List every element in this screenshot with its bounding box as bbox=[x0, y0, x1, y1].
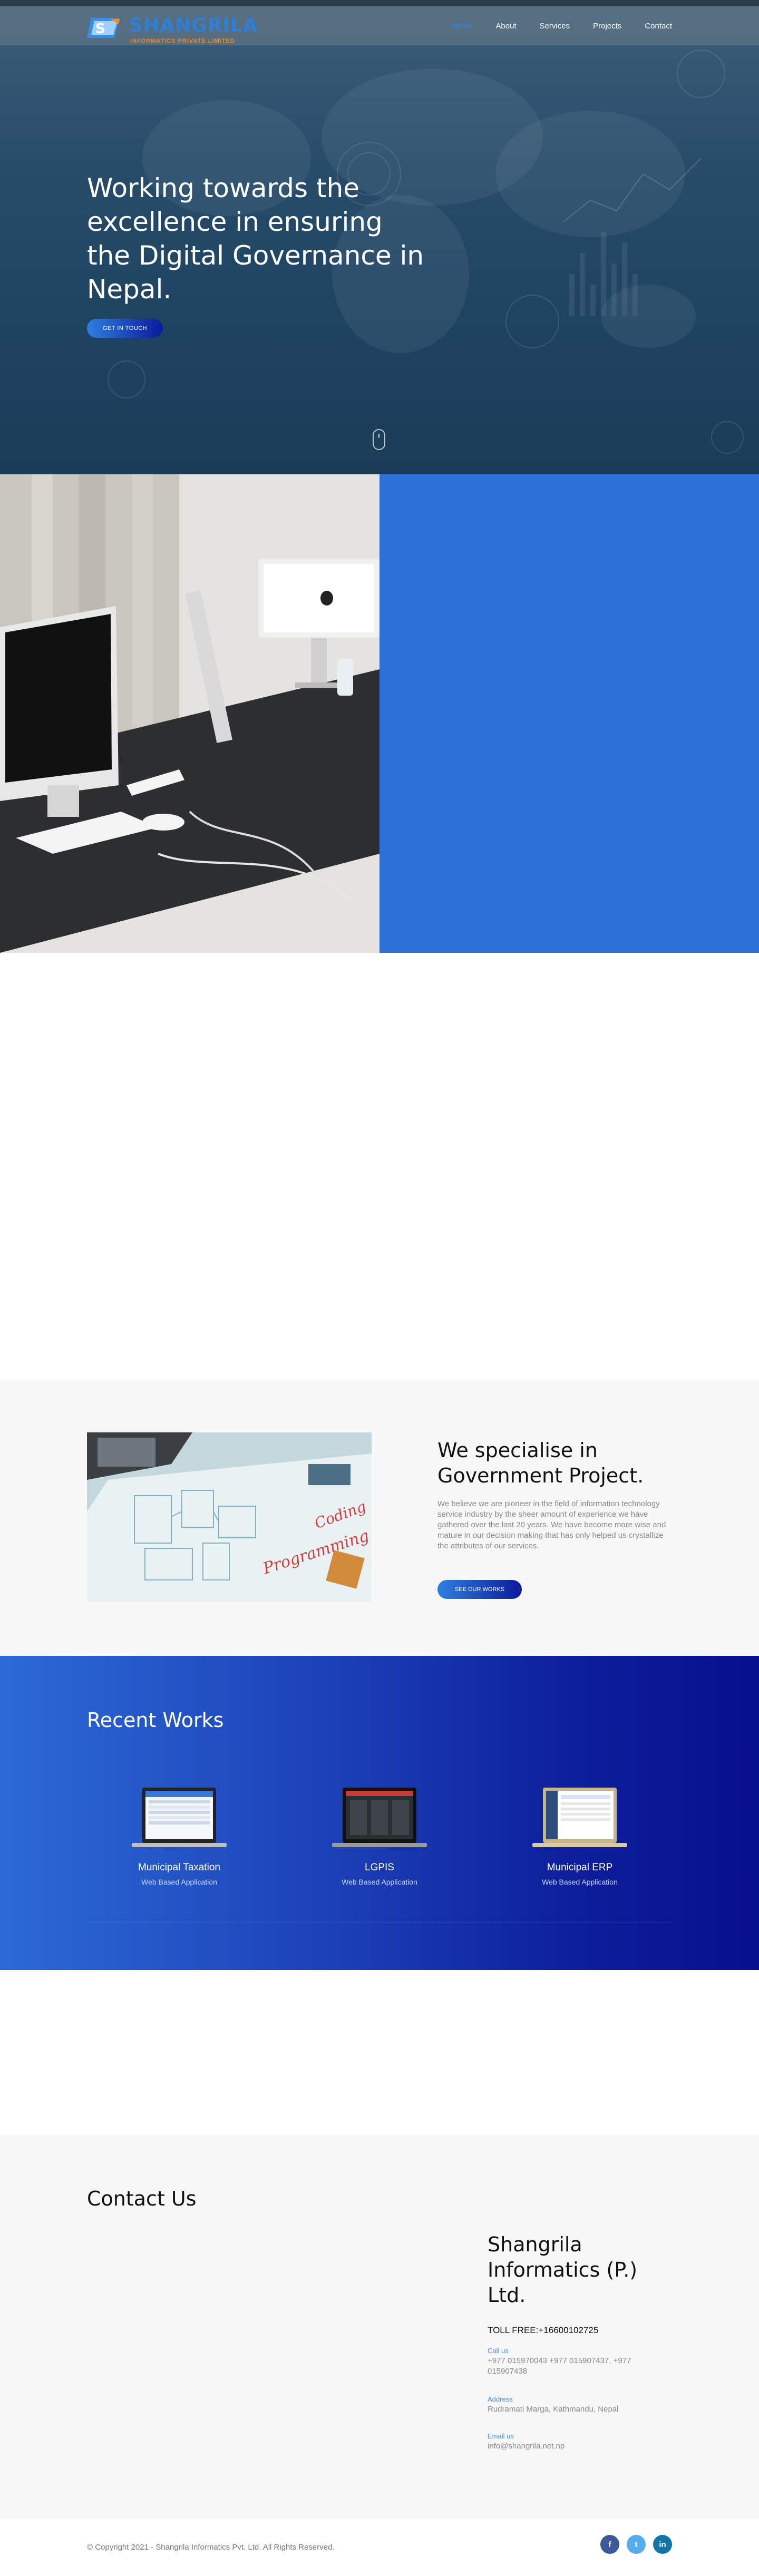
work-title: Municipal Taxation bbox=[138, 1862, 220, 1873]
brand-name: SHANGRILA bbox=[129, 15, 258, 36]
work-subtitle: Web Based Application bbox=[542, 1878, 618, 1886]
recent-works-title: Recent Works bbox=[87, 1709, 224, 1732]
about-split-section bbox=[0, 474, 759, 953]
work-card-municipal-taxation[interactable]: Municipal Taxation Web Based Application bbox=[113, 1788, 245, 1886]
contact-section: Contact Us Shangrila Informatics (P.) Lt… bbox=[0, 2134, 759, 2519]
nav-services[interactable]: Services bbox=[540, 22, 570, 31]
call-value[interactable]: +977 015970043 +977 015907437, +977 0159… bbox=[488, 2356, 646, 2377]
email-value[interactable]: info@shangrila.net.np bbox=[488, 2441, 646, 2452]
laptop-icon bbox=[332, 1788, 427, 1847]
specialise-section: Coding Programming We specialise in Gove… bbox=[0, 1380, 759, 1656]
nav-about[interactable]: About bbox=[495, 22, 516, 31]
hero-section: Working towards the excellence in ensuri… bbox=[0, 0, 759, 474]
company-name: Shangrila Informatics (P.) Ltd. bbox=[488, 2233, 638, 2307]
site-footer: © Copyright 2021 - Shangrila Informatics… bbox=[0, 2519, 759, 2575]
laptop-icon bbox=[532, 1788, 627, 1847]
specialise-text: We believe we are pioneer in the field o… bbox=[437, 1499, 666, 1550]
brand-tagline: INFORMATICS PRIVATE LIMITED bbox=[130, 38, 235, 44]
recent-works-section: Recent Works Municipal Taxation Web Base… bbox=[0, 1656, 759, 1970]
email-label: Email us bbox=[488, 2432, 514, 2440]
coding-photo: Coding Programming bbox=[87, 1432, 372, 1602]
specialise-title: We specialise in Government Project. bbox=[437, 1439, 644, 1487]
twitter-icon[interactable]: t bbox=[627, 2535, 646, 2554]
work-card-municipal-erp[interactable]: Municipal ERP Web Based Application bbox=[514, 1788, 646, 1886]
work-title: Municipal ERP bbox=[547, 1862, 613, 1873]
logo-mark-icon: S bbox=[87, 18, 120, 38]
linkedin-icon[interactable]: in bbox=[653, 2535, 672, 2554]
copyright-text: © Copyright 2021 - Shangrila Informatics… bbox=[87, 2543, 335, 2552]
address-value: Rudramati Marga, Kathmandu, Nepal bbox=[488, 2405, 619, 2414]
main-nav: Home About Services Projects Contact bbox=[451, 6, 672, 45]
contact-title: Contact Us bbox=[87, 2187, 197, 2210]
blue-panel bbox=[380, 474, 759, 953]
nav-contact[interactable]: Contact bbox=[645, 22, 672, 31]
nav-projects[interactable]: Projects bbox=[593, 22, 621, 31]
address-label: Address bbox=[488, 2395, 513, 2403]
empty-section bbox=[0, 953, 759, 1380]
brand-logo[interactable]: S SHANGRILA INFORMATICS PRIVATE LIMITED bbox=[87, 15, 277, 44]
hero-title: Working towards the excellence in ensuri… bbox=[87, 173, 424, 305]
work-subtitle: Web Based Application bbox=[342, 1878, 417, 1886]
empty-section bbox=[0, 1970, 759, 2134]
top-strip bbox=[0, 0, 759, 6]
divider bbox=[87, 1922, 672, 1923]
work-subtitle: Web Based Application bbox=[141, 1878, 217, 1886]
office-photo bbox=[0, 474, 380, 953]
toll-free-number: TOLL FREE:+16600102725 bbox=[488, 2325, 599, 2335]
svg-text:S: S bbox=[95, 21, 105, 37]
get-in-touch-button[interactable]: GET IN TOUCH bbox=[87, 319, 163, 338]
work-card-lgpis[interactable]: LGPIS Web Based Application bbox=[314, 1788, 445, 1886]
nav-home[interactable]: Home bbox=[451, 22, 472, 31]
work-title: LGPIS bbox=[365, 1862, 394, 1873]
social-links: f t in bbox=[600, 2535, 672, 2554]
site-header: S SHANGRILA INFORMATICS PRIVATE LIMITED … bbox=[0, 6, 759, 45]
call-label: Call us bbox=[488, 2347, 509, 2355]
office-illustration bbox=[0, 474, 380, 953]
laptop-icon bbox=[132, 1788, 227, 1847]
scroll-down-icon[interactable] bbox=[373, 429, 385, 450]
facebook-icon[interactable]: f bbox=[600, 2535, 619, 2554]
see-our-works-button[interactable]: SEE OUR WORKS bbox=[437, 1580, 522, 1599]
